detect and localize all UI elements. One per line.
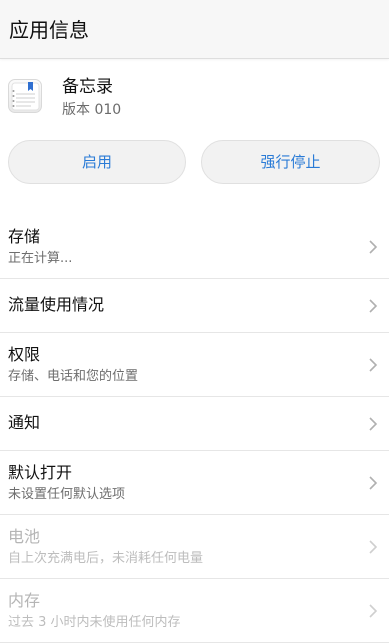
title-bar: 应用信息 [0,0,389,59]
chevron-right-icon [369,476,378,490]
settings-item-subtitle: 正在计算... [8,251,73,266]
settings-item-data-usage[interactable]: 流量使用情况 [0,279,389,333]
chevron-right-icon [369,240,378,254]
chevron-right-icon [369,540,378,554]
settings-item-title: 内存 [8,591,41,610]
settings-item-subtitle: 存储、电话和您的位置 [8,369,139,384]
force-stop-button[interactable]: 强行停止 [201,140,380,184]
chevron-right-icon [369,299,378,313]
chevron-right-icon [369,604,378,618]
settings-item-title: 电池 [8,527,41,546]
settings-item-memory[interactable]: 内存 过去 3 小时内未使用任何内存 [0,579,389,643]
settings-item-subtitle: 自上次充满电后，未消耗任何电量 [8,551,204,566]
app-name: 备忘录 [62,77,113,97]
settings-list: 存储 正在计算... 流量使用情况 权限 存储、电话和您的位置 通知 默认打开 … [0,215,389,643]
settings-item-title: 存储 [8,227,41,246]
app-version: 版本 010 [62,102,122,118]
settings-item-title: 通知 [8,413,41,432]
settings-item-open-by-default[interactable]: 默认打开 未设置任何默认选项 [0,451,389,515]
chevron-right-icon [369,417,378,431]
settings-item-title: 默认打开 [8,463,73,482]
notepad-icon [8,79,42,113]
settings-item-subtitle: 未设置任何默认选项 [8,487,126,502]
settings-item-permissions[interactable]: 权限 存储、电话和您的位置 [0,333,389,397]
chevron-right-icon [369,358,378,372]
settings-item-title: 权限 [8,345,41,364]
settings-item-battery[interactable]: 电池 自上次充满电后，未消耗任何电量 [0,515,389,579]
settings-item-title: 流量使用情况 [8,295,105,314]
settings-item-subtitle: 过去 3 小时内未使用任何内存 [8,615,181,630]
settings-item-notifications[interactable]: 通知 [0,397,389,451]
page-title: 应用信息 [9,18,89,42]
settings-item-storage[interactable]: 存储 正在计算... [0,215,389,279]
app-header: 备忘录 版本 010 [0,59,389,135]
enable-button[interactable]: 启用 [8,140,186,184]
